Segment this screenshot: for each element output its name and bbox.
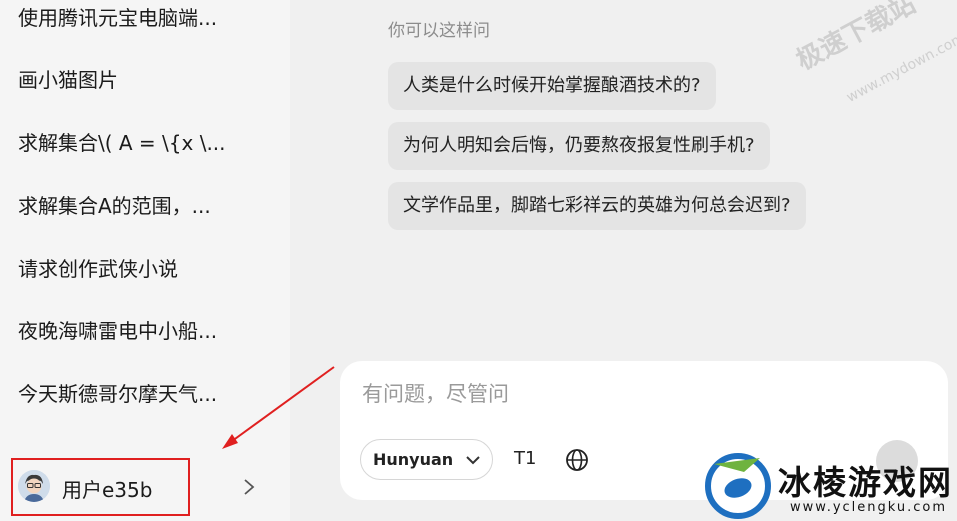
- globe-icon[interactable]: [564, 447, 590, 473]
- brand-name: 冰棱游戏网: [778, 463, 953, 502]
- chat-input[interactable]: [360, 381, 924, 407]
- brand-watermark: 冰棱游戏网 www.yclengku.com: [700, 448, 957, 521]
- brand-logo-icon: [705, 453, 771, 519]
- model-label: Hunyuan: [373, 450, 454, 469]
- username[interactable]: 用户e35b: [62, 474, 152, 503]
- brand-url: www.yclengku.com: [790, 500, 948, 515]
- chevron-down-icon: [466, 455, 480, 464]
- model-selector[interactable]: Hunyuan: [360, 439, 493, 480]
- user-avatar-icon[interactable]: [18, 470, 50, 502]
- deep-think-toggle[interactable]: T1: [514, 448, 536, 469]
- chevron-right-icon[interactable]: [240, 476, 258, 498]
